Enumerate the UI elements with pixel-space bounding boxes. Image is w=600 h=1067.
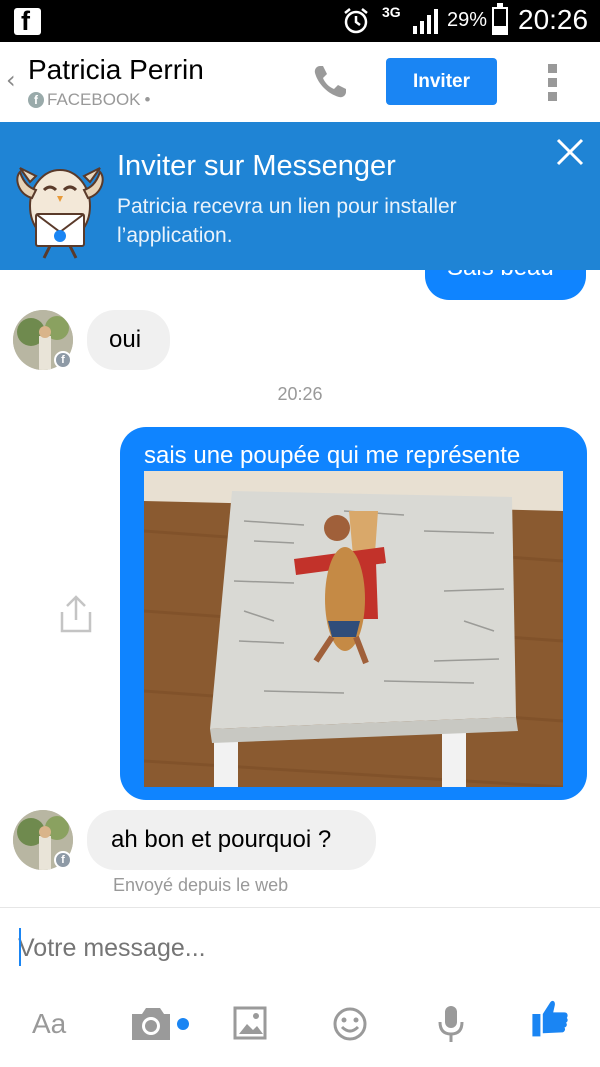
attached-photo[interactable] [144, 471, 563, 787]
facebook-small-icon: f [28, 92, 44, 108]
status-bar: 3G 29% 20:26 [0, 0, 600, 42]
received-message-bubble[interactable]: oui [87, 310, 170, 370]
banner-title: Inviter sur Messenger [117, 150, 396, 182]
camera-icon[interactable] [130, 1004, 192, 1044]
conversation-header: ‹ Patricia Perrin f FACEBOOK • Inviter [0, 42, 600, 122]
like-thumb-icon[interactable] [526, 998, 574, 1038]
contact-source-label: FACEBOOK [47, 90, 141, 109]
network-type: 3G [382, 4, 401, 20]
received-message-bubble[interactable]: ah bon et pourquoi ? [87, 810, 376, 870]
battery-percent: 29% [447, 9, 488, 31]
messenger-screen: 3G 29% 20:26 ‹ Patricia Perrin f FACEBOO… [0, 0, 600, 1067]
message-input[interactable] [18, 928, 578, 968]
phone-icon[interactable] [310, 62, 350, 102]
text-format-button[interactable]: Aa [32, 1008, 66, 1048]
signal-icon [413, 9, 438, 34]
owl-mascot-icon [16, 167, 104, 259]
sent-image-message-bubble[interactable]: sais une poupée qui me représente [120, 427, 587, 800]
close-icon[interactable] [554, 136, 586, 168]
message-composer: Aa [0, 907, 600, 1067]
battery-icon [492, 3, 508, 35]
facebook-icon [14, 6, 41, 37]
message-timestamp: 20:26 [277, 384, 323, 404]
source-separator: • [144, 90, 151, 109]
received-message-text: oui [109, 326, 142, 353]
back-chevron-icon[interactable]: ‹ [6, 66, 16, 94]
sent-image-message-text: sais une poupée qui me représente [144, 442, 521, 469]
emoji-icon[interactable] [332, 1004, 368, 1044]
text-cursor [19, 928, 21, 966]
invite-button[interactable]: Inviter [386, 58, 497, 105]
facebook-badge-icon: f [54, 851, 72, 869]
facebook-badge-icon: f [54, 351, 72, 369]
contact-source: f FACEBOOK • [28, 90, 150, 110]
sent-from-web-caption: Envoyé depuis le web [113, 875, 289, 895]
contact-name[interactable]: Patricia Perrin [28, 54, 204, 86]
banner-text: Patricia recevra un lien pour installer … [117, 195, 457, 247]
received-message-text: ah bon et pourquoi ? [111, 826, 332, 853]
alarm-icon [344, 8, 368, 34]
status-time: 20:26 [518, 4, 589, 35]
share-icon[interactable] [58, 594, 94, 634]
more-options-icon[interactable] [548, 64, 558, 102]
invite-banner: Inviter sur Messenger Patricia recevra u… [0, 122, 600, 270]
microphone-icon[interactable] [436, 1004, 466, 1044]
gallery-icon[interactable] [233, 1004, 267, 1044]
